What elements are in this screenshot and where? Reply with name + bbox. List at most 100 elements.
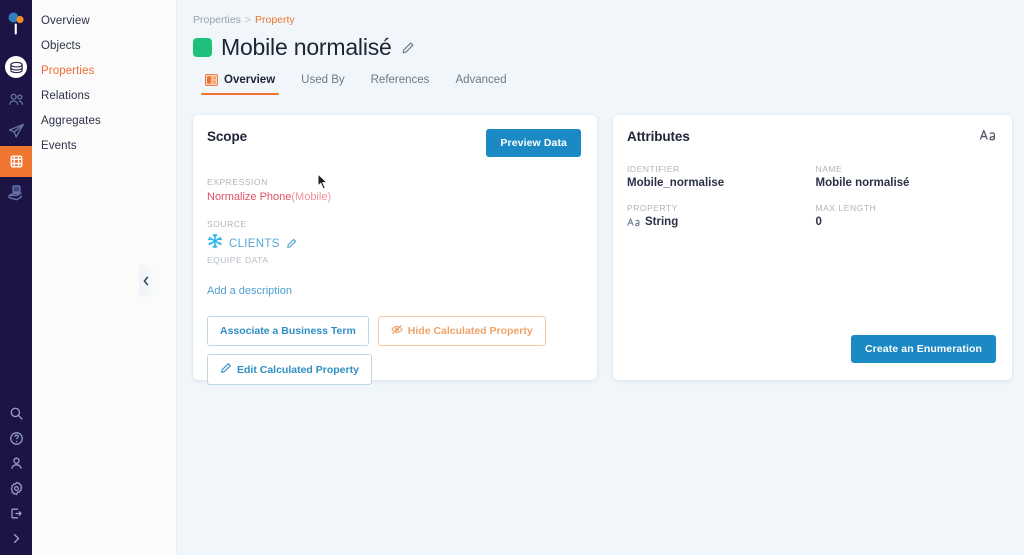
attribute-property: PROPERTY String (627, 203, 808, 228)
rail-profile[interactable] (0, 451, 32, 476)
rail-item-campaigns[interactable] (0, 115, 32, 146)
add-description-link[interactable]: Add a description (207, 285, 292, 297)
page-title-row: Mobile normalisé (193, 34, 1024, 61)
icon-rail (0, 0, 32, 555)
associate-business-term-button[interactable]: Associate a Business Term (207, 316, 369, 346)
scope-title: Scope (207, 129, 248, 144)
tab-overview[interactable]: Overview (200, 74, 280, 95)
text-type-icon (627, 217, 640, 227)
rail-logout[interactable] (0, 501, 32, 526)
attribute-max-length: MAX LENGTH 0 (816, 203, 997, 228)
attribute-label: PROPERTY (627, 203, 679, 213)
rail-help[interactable] (0, 426, 32, 451)
search-icon (9, 406, 24, 421)
sidebar-item-properties[interactable]: Properties (32, 58, 176, 83)
tab-label: References (370, 74, 430, 86)
layers-icon (5, 56, 27, 78)
breadcrumb-current[interactable]: Property (255, 14, 295, 26)
rail-bottom-group (0, 401, 32, 555)
expression-argument: (Mobile) (291, 191, 332, 203)
chevron-right-icon (10, 532, 23, 545)
breadcrumb-separator: > (244, 14, 251, 26)
attribute-value-row: String (627, 216, 808, 228)
rail-item-glossary[interactable] (0, 146, 32, 177)
sidebar-item-label: Properties (41, 64, 95, 77)
attribute-identifier: IDENTIFIER Mobile_normalise (627, 164, 808, 189)
attribute-value: Mobile normalisé (815, 177, 910, 189)
breadcrumb-parent[interactable]: Properties (193, 14, 241, 26)
property-color-swatch (193, 38, 212, 57)
help-icon (9, 431, 24, 446)
sidebar-item-overview[interactable]: Overview (32, 8, 176, 33)
tab-references[interactable]: References (371, 74, 430, 95)
attributes-title: Attributes (627, 129, 690, 144)
sidebar-item-events[interactable]: Events (32, 133, 176, 158)
sidebar-item-aggregates[interactable]: Aggregates (32, 108, 176, 133)
tab-advanced[interactable]: Advanced (455, 74, 506, 95)
attribute-label: MAX LENGTH (815, 203, 877, 213)
sidebar: Overview Objects Properties Relations Ag… (32, 0, 177, 555)
rail-search[interactable] (0, 401, 32, 426)
eye-slash-icon (391, 324, 403, 338)
pencil-icon (220, 362, 232, 377)
glossary-icon (8, 153, 25, 170)
gear-icon (9, 481, 24, 496)
attributes-grid: IDENTIFIER Mobile_normalise NAME Mobile … (627, 164, 996, 228)
user-icon (9, 456, 24, 471)
expression-value: Normalize Phone(Mobile) (207, 191, 581, 203)
rail-settings[interactable] (0, 476, 32, 501)
tab-label: Advanced (455, 74, 507, 86)
attributes-card: Attributes IDENTIFIER Mobile_normalise N… (613, 115, 1012, 380)
pencil-icon[interactable] (286, 238, 297, 249)
hide-calculated-property-button[interactable]: Hide Calculated Property (377, 316, 546, 346)
attribute-value: 0 (815, 216, 822, 228)
source-name[interactable]: CLIENTS (229, 238, 280, 250)
attribute-value: String (645, 216, 679, 228)
hide-calculated-property-label: Hide Calculated Property (407, 325, 533, 337)
expression-function: Normalize Phone (207, 191, 292, 203)
rail-item-catalog[interactable] (0, 50, 32, 84)
tab-label: Overview (224, 74, 276, 86)
attributes-card-header: Attributes (627, 129, 996, 144)
sidebar-item-label: Relations (41, 89, 90, 102)
sidebar-item-relations[interactable]: Relations (32, 83, 176, 108)
sidebar-item-label: Aggregates (41, 114, 101, 127)
import-icon (7, 184, 25, 201)
create-enumeration-button[interactable]: Create an Enumeration (850, 335, 996, 363)
tab-used-by[interactable]: Used By (301, 74, 344, 95)
scope-card: Scope Preview Data EXPRESSION Normalize … (193, 115, 597, 385)
edit-calculated-property-label: Edit Calculated Property (237, 363, 359, 376)
logout-icon (9, 506, 24, 521)
page-title: Mobile normalisé (221, 34, 392, 60)
preview-data-button[interactable]: Preview Data (486, 129, 581, 157)
paper-plane-icon (8, 123, 25, 139)
sidebar-item-objects[interactable]: Objects (32, 33, 176, 58)
sidebar-collapse-handle[interactable] (139, 265, 153, 297)
app-window: Overview Objects Properties Relations Ag… (0, 0, 1024, 555)
scope-button-row-2: Edit Calculated Property (207, 354, 581, 385)
attribute-label: IDENTIFIER (627, 164, 680, 174)
attribute-value: Mobile_normalise (627, 177, 725, 189)
pencil-icon[interactable] (401, 41, 415, 55)
attributes-card-footer: Create an Enumeration (850, 335, 996, 363)
cards-row: Scope Preview Data EXPRESSION Normalize … (193, 115, 1024, 385)
text-type-icon[interactable] (979, 129, 996, 141)
users-icon (8, 92, 25, 107)
rail-item-teams[interactable] (0, 84, 32, 115)
scope-card-header: Scope Preview Data (207, 129, 581, 157)
sidebar-item-label: Objects (41, 39, 81, 52)
scope-button-row-1: Associate a Business Term Hide Calculate… (207, 316, 581, 346)
main-content: Properties > Property Mobile normalisé O… (177, 0, 1024, 555)
rail-item-import[interactable] (0, 177, 32, 208)
source-row: CLIENTS (207, 233, 581, 254)
tab-label: Used By (301, 74, 345, 86)
edit-calculated-property-button[interactable]: Edit Calculated Property (207, 354, 372, 385)
chevron-left-icon (142, 276, 150, 286)
rail-expand[interactable] (0, 526, 32, 551)
source-sublabel: EQUIPE DATA (207, 255, 269, 265)
expression-label: EXPRESSION (207, 177, 268, 187)
breadcrumb: Properties > Property (193, 14, 1024, 26)
app-logo[interactable] (0, 0, 32, 50)
tab-bar: Overview Used By References Advanced (193, 74, 1024, 95)
sidebar-item-label: Overview (41, 14, 90, 27)
